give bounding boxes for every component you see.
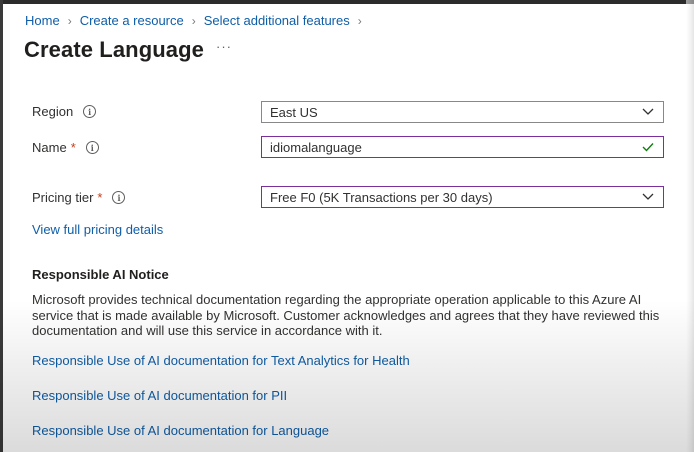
create-language-page: Home › Create a resource › Select additi… xyxy=(0,0,694,452)
pricing-tier-select[interactable]: Free F0 (5K Transactions per 30 days) xyxy=(261,186,664,208)
window-top-edge xyxy=(0,0,694,4)
check-icon xyxy=(637,137,659,157)
chevron-right-icon: › xyxy=(357,13,362,28)
breadcrumb: Home › Create a resource › Select additi… xyxy=(25,13,370,28)
doc-link-text-analytics-health[interactable]: Responsible Use of AI documentation for … xyxy=(32,353,410,368)
info-icon[interactable]: i xyxy=(83,105,97,118)
pricing-tier-label: Pricing tier * i xyxy=(32,190,126,205)
name-input[interactable]: idiomalanguage xyxy=(261,136,664,158)
doc-link-language[interactable]: Responsible Use of AI documentation for … xyxy=(32,423,329,438)
region-label-text: Region xyxy=(32,104,74,119)
window-right-shadow xyxy=(686,0,694,452)
required-marker: * xyxy=(97,190,103,205)
pricing-tier-value: Free F0 (5K Transactions per 30 days) xyxy=(270,189,493,205)
chevron-down-icon[interactable] xyxy=(637,187,659,207)
required-marker: * xyxy=(70,140,76,155)
responsible-ai-notice: Microsoft provides technical documentati… xyxy=(32,292,660,338)
name-label: Name * i xyxy=(32,140,99,155)
breadcrumb-home[interactable]: Home xyxy=(25,13,60,28)
chevron-down-icon[interactable] xyxy=(637,102,659,122)
breadcrumb-select-features[interactable]: Select additional features xyxy=(204,13,350,28)
region-select[interactable]: East US xyxy=(261,101,664,123)
responsible-ai-heading: Responsible AI Notice xyxy=(32,267,169,282)
page-title: Create Language xyxy=(24,37,204,62)
info-icon[interactable]: i xyxy=(112,191,126,204)
window-left-edge xyxy=(0,0,3,452)
more-icon[interactable]: ··· xyxy=(216,39,232,54)
view-pricing-link[interactable]: View full pricing details xyxy=(32,222,163,237)
info-icon[interactable]: i xyxy=(85,141,99,154)
breadcrumb-create-resource[interactable]: Create a resource xyxy=(80,13,184,28)
region-label: Region i xyxy=(32,104,97,119)
chevron-right-icon: › xyxy=(67,13,72,28)
pricing-tier-label-text: Pricing tier xyxy=(32,190,94,205)
doc-link-pii[interactable]: Responsible Use of AI documentation for … xyxy=(32,388,287,403)
name-label-text: Name xyxy=(32,140,67,155)
name-value[interactable]: idiomalanguage xyxy=(270,140,637,155)
region-value: East US xyxy=(270,104,318,120)
chevron-right-icon: › xyxy=(191,13,196,28)
